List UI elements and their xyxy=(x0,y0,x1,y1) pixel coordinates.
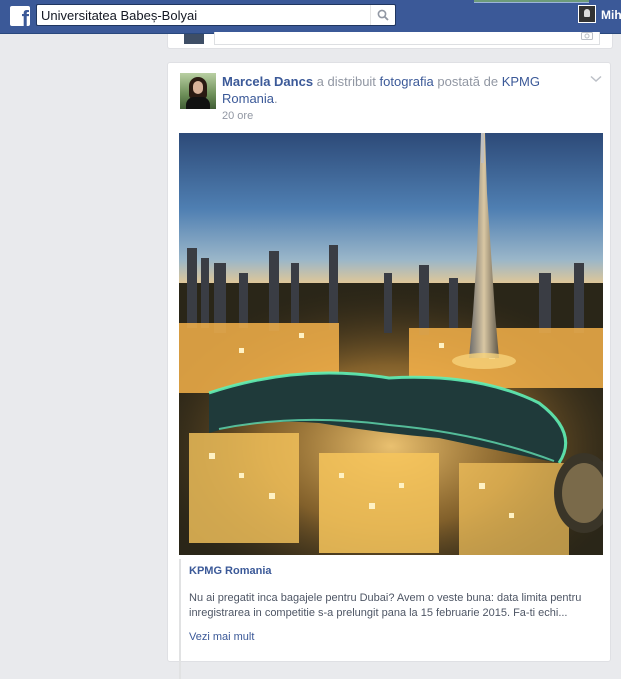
posted-by-text: postată de xyxy=(433,74,502,89)
previous-post-fragment xyxy=(167,32,613,49)
comment-input[interactable] xyxy=(214,32,600,45)
see-more-link[interactable]: Vezi mai mult xyxy=(189,631,254,643)
post-timestamp[interactable]: 20 ore xyxy=(222,110,253,122)
attachment-title[interactable]: KPMG Romania xyxy=(189,565,272,577)
author-name-link[interactable]: Marcela Dancs xyxy=(222,74,313,89)
post-header: Marcela Dancs a distribuit fotografia po… xyxy=(222,73,592,107)
period-text: . xyxy=(274,91,278,106)
post-card: Marcela Dancs a distribuit fotografia po… xyxy=(167,62,611,679)
search-input[interactable] xyxy=(41,7,367,23)
avatar xyxy=(578,5,596,23)
attachment-description: Nu ai pregatit inca bagajele pentru Duba… xyxy=(189,592,582,619)
camera-icon[interactable] xyxy=(581,32,593,41)
action-text: a distribuit xyxy=(313,74,380,89)
search-button[interactable] xyxy=(370,5,395,25)
top-navigation-bar: f Mih xyxy=(0,0,621,34)
search-icon xyxy=(377,9,389,21)
facebook-logo-icon[interactable]: f xyxy=(10,6,30,26)
shared-attachment: KPMG Romania Nu ai pregatit inca bagajel… xyxy=(179,559,605,679)
post-photo[interactable] xyxy=(179,133,603,555)
author-avatar[interactable] xyxy=(180,73,216,109)
avatar xyxy=(184,34,204,44)
user-name: Mih xyxy=(601,8,621,22)
loading-strip xyxy=(474,0,589,3)
photo-link[interactable]: fotografia xyxy=(380,74,434,89)
search-box[interactable] xyxy=(36,4,396,26)
dubai-skyline-photo xyxy=(179,133,603,555)
chevron-down-icon[interactable] xyxy=(590,75,602,83)
